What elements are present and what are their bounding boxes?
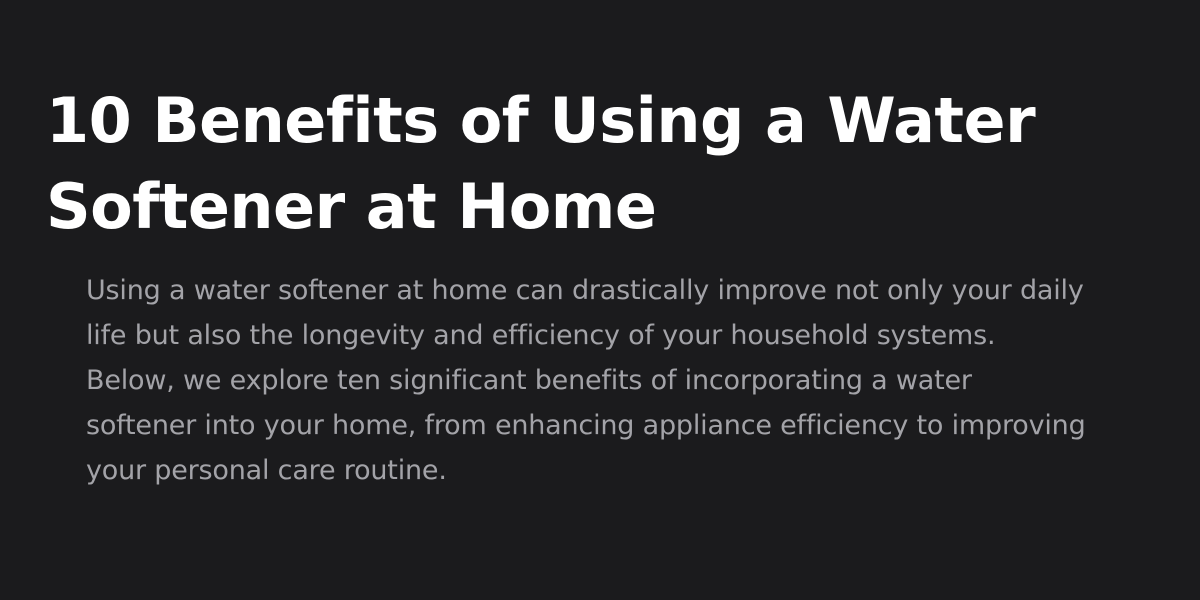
title-line-2: Softener at Home <box>46 170 657 243</box>
page-title: 10 Benefits of Using a Water Softener at… <box>46 78 1146 250</box>
title-line-1: 10 Benefits of Using a Water <box>46 84 1036 157</box>
intro-line: Below, we explore ten significant benefi… <box>86 365 972 396</box>
intro-line: softener into your home, from enhancing … <box>86 410 1086 441</box>
intro-line: life but also the longevity and efficien… <box>86 320 996 351</box>
intro-line: Using a water softener at home can drast… <box>86 275 1084 306</box>
intro-paragraph: Using a water softener at home can drast… <box>86 268 1146 493</box>
intro-line: your personal care routine. <box>86 455 447 486</box>
article-card: 10 Benefits of Using a Water Softener at… <box>0 0 1200 600</box>
